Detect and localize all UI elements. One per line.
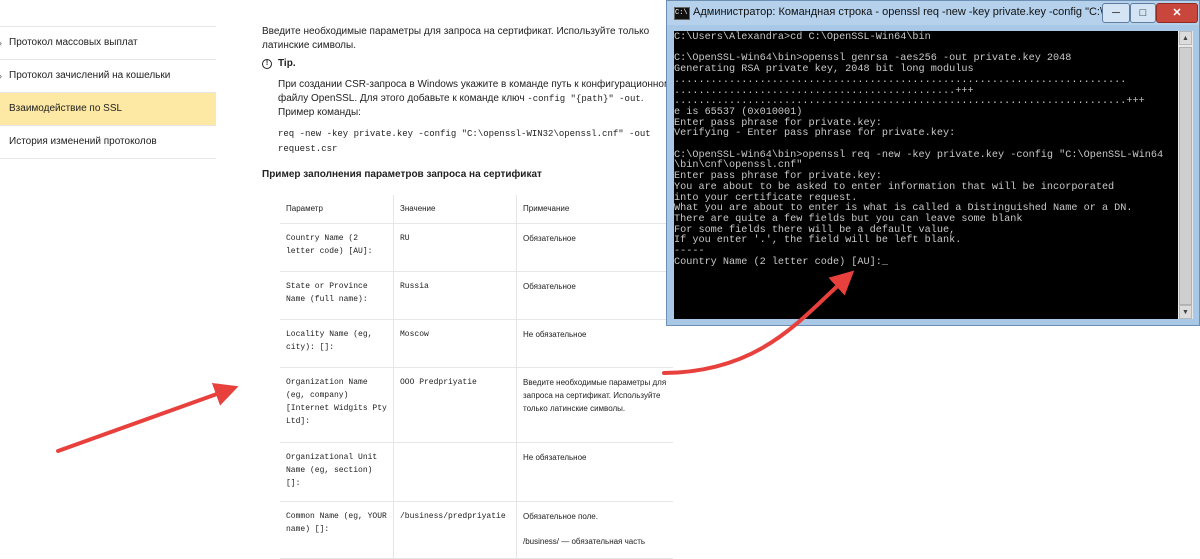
sidebar-item-ssl[interactable]: Взаимодействие по SSL — [0, 93, 216, 126]
note-text: Обязательное поле. — [523, 512, 598, 521]
tip-body: При создании CSR-запроса в Windows укажи… — [278, 78, 678, 120]
param-cell: Organization Name (eg, company) [Interne… — [280, 367, 394, 443]
sidebar-item-wallet-transfers[interactable]: › Протокол зачислений на кошельки — [0, 60, 216, 93]
column-header: Значение — [393, 195, 517, 224]
params-table: Параметр Значение Примечание Country Nam… — [280, 195, 673, 559]
table-row: State or Province Name (full name): Russ… — [280, 271, 673, 320]
cmd-icon: C:\ — [674, 7, 690, 20]
console-output[interactable]: C:\Users\Alexandra>cd C:\OpenSSL-Win64\b… — [674, 31, 1178, 319]
param-cell: Country Name (2 letter code) [AU]: — [280, 223, 394, 272]
sidebar-item-protocol-history[interactable]: История изменений протоколов — [0, 126, 216, 159]
sidebar-item-label: Протокол массовых выплат — [9, 37, 138, 48]
minimize-button[interactable]: ─ — [1102, 3, 1130, 23]
table-row: Locality Name (eg, city): []: Moscow Не … — [280, 319, 673, 368]
intro-text: Введите необходимые параметры для запрос… — [262, 26, 650, 51]
sidebar-item-label: Протокол зачислений на кошельки — [9, 70, 171, 81]
chevron-right-icon: › — [0, 27, 2, 59]
table-row: Organizational Unit Name (eg, section) [… — [280, 442, 673, 502]
table-row: Common Name (eg, YOUR name) []: /busines… — [280, 501, 673, 559]
tip-heading: ! Tip. — [262, 58, 296, 69]
chevron-right-icon: › — [0, 60, 2, 92]
note-cell: Обязательное — [516, 271, 673, 320]
param-cell: State or Province Name (full name): — [280, 271, 394, 320]
value-cell: /business/predpriyatie — [393, 501, 517, 559]
param-cell: Common Name (eg, YOUR name) []: — [280, 501, 394, 559]
tip-command-example: req -new -key private.key -config "C:\op… — [278, 129, 651, 154]
maximize-button[interactable]: □ — [1130, 3, 1156, 23]
tip-inline-code: -config "{path}" -out — [527, 94, 641, 104]
window-titlebar[interactable]: C:\ Администратор: Командная строка - op… — [667, 1, 1199, 25]
scroll-up-icon[interactable]: ▲ — [1179, 31, 1192, 45]
doc-content: Введите необходимые параметры для запрос… — [262, 0, 682, 559]
window-title: Администратор: Командная строка - openss… — [693, 6, 1123, 18]
note-cell: Не обязательное — [516, 442, 673, 502]
sidebar-item-label: История изменений протоколов — [9, 136, 157, 147]
column-header: Параметр — [280, 195, 394, 224]
param-cell: Locality Name (eg, city): []: — [280, 319, 394, 368]
sidebar-nav: › Протокол массовых выплат › Протокол за… — [0, 0, 216, 543]
tip-title: Tip. — [278, 58, 296, 69]
example-title: Пример заполнения параметров запроса на … — [262, 169, 542, 180]
value-cell — [393, 442, 517, 502]
param-cell: Organizational Unit Name (eg, section) [… — [280, 442, 394, 502]
value-cell: Moscow — [393, 319, 517, 368]
scroll-thumb[interactable] — [1179, 47, 1192, 305]
note-cell: Введите необходимые параметры для запрос… — [516, 367, 673, 443]
scroll-down-icon[interactable]: ▼ — [1179, 305, 1192, 319]
close-button[interactable]: ✕ — [1156, 3, 1198, 23]
value-cell: OOO Predpriyatie — [393, 367, 517, 443]
vertical-scrollbar[interactable]: ▲ ▼ — [1178, 31, 1193, 319]
note-cell: Обязательное — [516, 223, 673, 272]
table-row: Country Name (2 letter code) [AU]: RU Об… — [280, 223, 673, 272]
value-cell: RU — [393, 223, 517, 272]
table-header-row: Параметр Значение Примечание — [280, 195, 673, 224]
console-text: C:\Users\Alexandra>cd C:\OpenSSL-Win64\b… — [674, 32, 1164, 268]
sidebar-item-mass-payouts[interactable]: › Протокол массовых выплат — [0, 27, 216, 60]
sidebar-item-label: Взаимодействие по SSL — [9, 103, 123, 114]
table-row: Organization Name (eg, company) [Interne… — [280, 367, 673, 443]
note-cell: Обязательное поле. /business/ — обязател… — [516, 501, 673, 559]
sidebar-list: › Протокол массовых выплат › Протокол за… — [0, 27, 216, 159]
info-icon: ! — [262, 58, 272, 69]
value-cell: Russia — [393, 271, 517, 320]
column-header: Примечание — [516, 195, 673, 224]
note-cell: Не обязательное — [516, 319, 673, 368]
note-text-2: /business/ — обязательная часть — [523, 537, 646, 546]
console-window: C:\ Администратор: Командная строка - op… — [666, 0, 1200, 326]
